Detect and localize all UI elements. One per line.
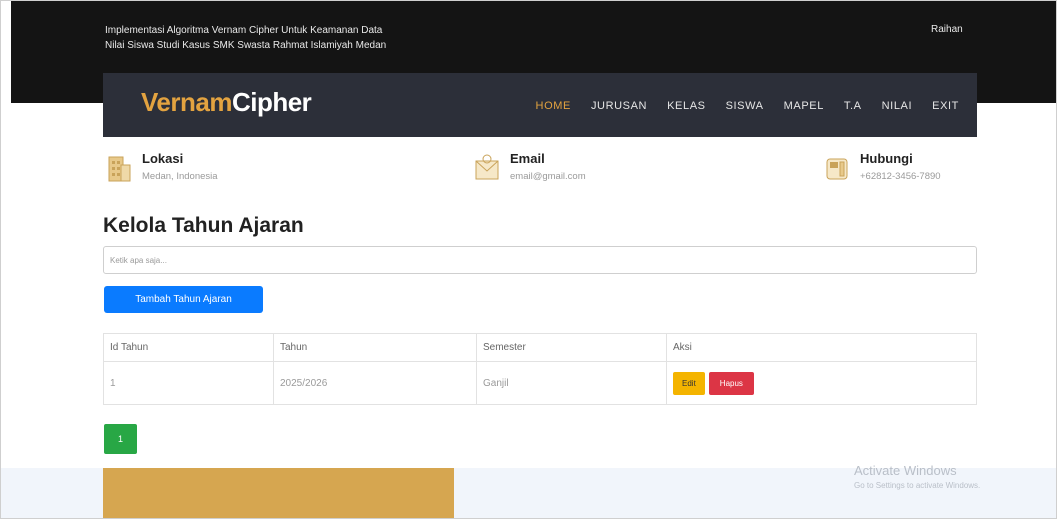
cell-tahun: 2025/2026 xyxy=(273,361,477,405)
windows-activation-watermark: Activate Windows Go to Settings to activ… xyxy=(854,463,980,490)
cell-id: 1 xyxy=(103,361,274,405)
app-title-line1: Implementasi Algoritma Vernam Cipher Unt… xyxy=(105,25,383,36)
navbar: VernamCipher HOME JURUSAN KELAS SISWA MA… xyxy=(103,73,977,137)
table-header-row: Id Tahun Tahun Semester Aksi xyxy=(103,333,977,362)
hubungi-label: Hubungi xyxy=(860,151,913,166)
brand-logo[interactable]: VernamCipher xyxy=(141,87,312,118)
browser-viewport: Implementasi Algoritma Vernam Cipher Unt… xyxy=(0,0,1057,519)
lokasi-value: Medan, Indonesia xyxy=(142,171,218,182)
email-value: email@gmail.com xyxy=(510,171,586,182)
nav-ta[interactable]: T.A xyxy=(844,100,862,112)
nav-nilai[interactable]: NILAI xyxy=(882,100,913,112)
footer-block xyxy=(103,468,454,518)
edit-button[interactable]: Edit xyxy=(673,371,705,395)
column-header: Aksi xyxy=(666,333,977,362)
user-name[interactable]: Raihan xyxy=(931,24,963,35)
hubungi-value: +62812-3456-7890 xyxy=(860,171,941,182)
cell-semester: Ganjil xyxy=(476,361,667,405)
cell-aksi: Edit Hapus xyxy=(666,361,977,405)
nav-menu: HOME JURUSAN KELAS SISWA MAPEL T.A NILAI… xyxy=(516,100,959,112)
delete-button[interactable]: Hapus xyxy=(708,371,754,395)
column-header: Tahun xyxy=(273,333,477,362)
info-lokasi: Lokasi Medan, Indonesia xyxy=(106,151,218,183)
watermark-line2: Go to Settings to activate Windows. xyxy=(854,481,981,490)
info-hubungi: Hubungi +62812-3456-7890 xyxy=(824,151,941,183)
building-icon xyxy=(108,156,131,182)
search-input[interactable] xyxy=(103,246,977,274)
tahun-ajaran-table: Id Tahun Tahun Semester Aksi 1 2025/2026… xyxy=(103,333,977,405)
column-header: Semester xyxy=(476,333,667,362)
nav-kelas[interactable]: KELAS xyxy=(667,100,705,112)
envelope-icon xyxy=(475,154,499,180)
app-title-line2: Nilai Siswa Studi Kasus SMK Swasta Rahma… xyxy=(105,40,387,51)
nav-home[interactable]: HOME xyxy=(536,100,571,112)
nav-exit[interactable]: EXIT xyxy=(932,100,959,112)
watermark-line1: Activate Windows xyxy=(854,463,957,478)
nav-jurusan[interactable]: JURUSAN xyxy=(591,100,647,112)
table-row: 1 2025/2026 Ganjil Edit Hapus xyxy=(103,361,977,405)
brand-part2: Cipher xyxy=(231,87,312,117)
column-header: Id Tahun xyxy=(103,333,274,362)
nav-siswa[interactable]: SISWA xyxy=(726,100,764,112)
app-title: Implementasi Algoritma Vernam Cipher Unt… xyxy=(105,23,545,53)
phone-icon xyxy=(826,158,848,180)
add-tahun-ajaran-button[interactable]: Tambah Tahun Ajaran xyxy=(104,286,263,313)
info-email: Email email@gmail.com xyxy=(474,151,586,183)
page-title: Kelola Tahun Ajaran xyxy=(103,214,304,237)
email-label: Email xyxy=(510,151,545,166)
lokasi-label: Lokasi xyxy=(142,151,184,166)
brand-part1: Vernam xyxy=(141,87,232,117)
nav-mapel[interactable]: MAPEL xyxy=(784,100,824,112)
pagination-page-1[interactable]: 1 xyxy=(104,424,137,454)
